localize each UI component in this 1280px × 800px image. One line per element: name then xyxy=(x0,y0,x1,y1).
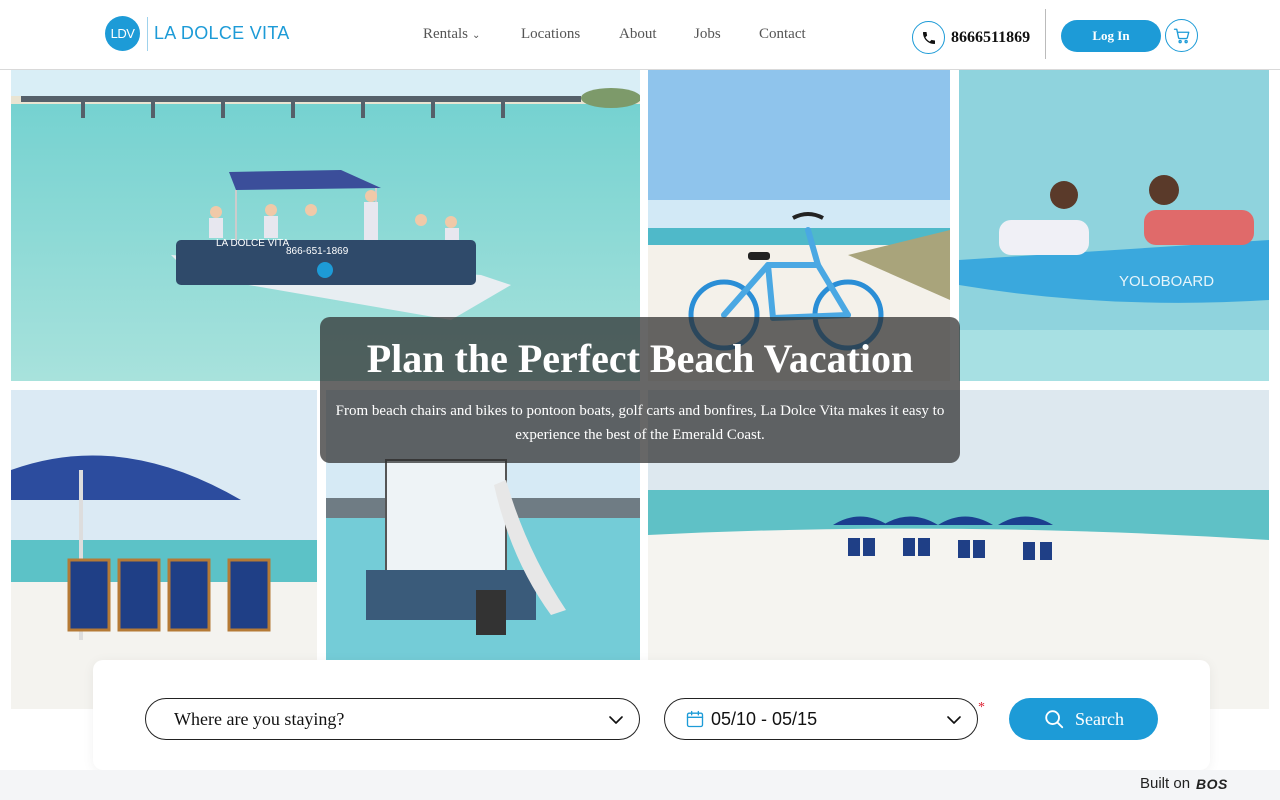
search-icon xyxy=(1045,710,1064,729)
booking-search-panel: Where are you staying? 05/10 - 05/15 * S… xyxy=(93,660,1210,770)
cart-button[interactable] xyxy=(1165,19,1198,52)
photo-paddleboard: YOLOBOARD xyxy=(959,70,1269,381)
chevron-down-icon: ⌄ xyxy=(472,30,481,41)
footer-strip xyxy=(0,770,1280,800)
nav-rentals[interactable]: Rentals ⌄ xyxy=(423,26,480,43)
nav-contact[interactable]: Contact xyxy=(759,26,806,43)
header-divider xyxy=(1045,9,1046,59)
nav-rentals-label: Rentals xyxy=(423,26,468,42)
logo-divider xyxy=(147,16,148,51)
phone-number: 8666511869 xyxy=(951,28,1031,46)
nav-about[interactable]: About xyxy=(619,26,657,43)
logo-mark: LDV xyxy=(105,16,140,51)
calendar-icon xyxy=(686,710,704,728)
chevron-down-icon xyxy=(947,716,961,724)
nav-jobs[interactable]: Jobs xyxy=(694,26,721,43)
location-select-placeholder: Where are you staying? xyxy=(174,708,345,729)
required-marker: * xyxy=(978,700,985,715)
paddleboard-brand-text: YOLOBOARD xyxy=(1119,273,1214,290)
cart-icon xyxy=(1173,28,1189,43)
boat-phone-text: 866-651-1869 xyxy=(286,246,349,257)
nav-locations[interactable]: Locations xyxy=(521,26,580,43)
date-range-picker[interactable]: 05/10 - 05/15 xyxy=(664,698,978,740)
phone-link[interactable]: 8666511869 xyxy=(912,21,1030,54)
login-button[interactable]: Log In xyxy=(1061,20,1161,52)
hero-panel: Plan the Perfect Beach Vacation From bea… xyxy=(320,317,960,463)
brand-name: LA DOLCE VITA xyxy=(154,23,290,43)
date-range-value: 05/10 - 05/15 xyxy=(711,708,818,729)
built-on-label: Built on xyxy=(1140,775,1191,792)
boat-name-text: LA DOLCE VITA xyxy=(216,238,290,249)
chevron-down-icon xyxy=(609,716,623,724)
search-button[interactable]: Search xyxy=(1009,698,1158,740)
site-header: LDV LA DOLCE VITA Rentals ⌄ Locations Abo… xyxy=(0,0,1280,70)
phone-icon xyxy=(912,21,945,54)
search-button-label: Search xyxy=(1075,708,1124,729)
built-on-badge[interactable]: Built on BOS xyxy=(1140,775,1228,792)
hero-title: Plan the Perfect Beach Vacation xyxy=(366,336,914,381)
brand-logo[interactable]: LDV LA DOLCE VITA xyxy=(105,16,290,51)
bos-logo: BOS xyxy=(1196,775,1228,792)
location-select[interactable]: Where are you staying? xyxy=(145,698,640,740)
hero-subtitle: From beach chairs and bikes to pontoon b… xyxy=(335,403,945,443)
